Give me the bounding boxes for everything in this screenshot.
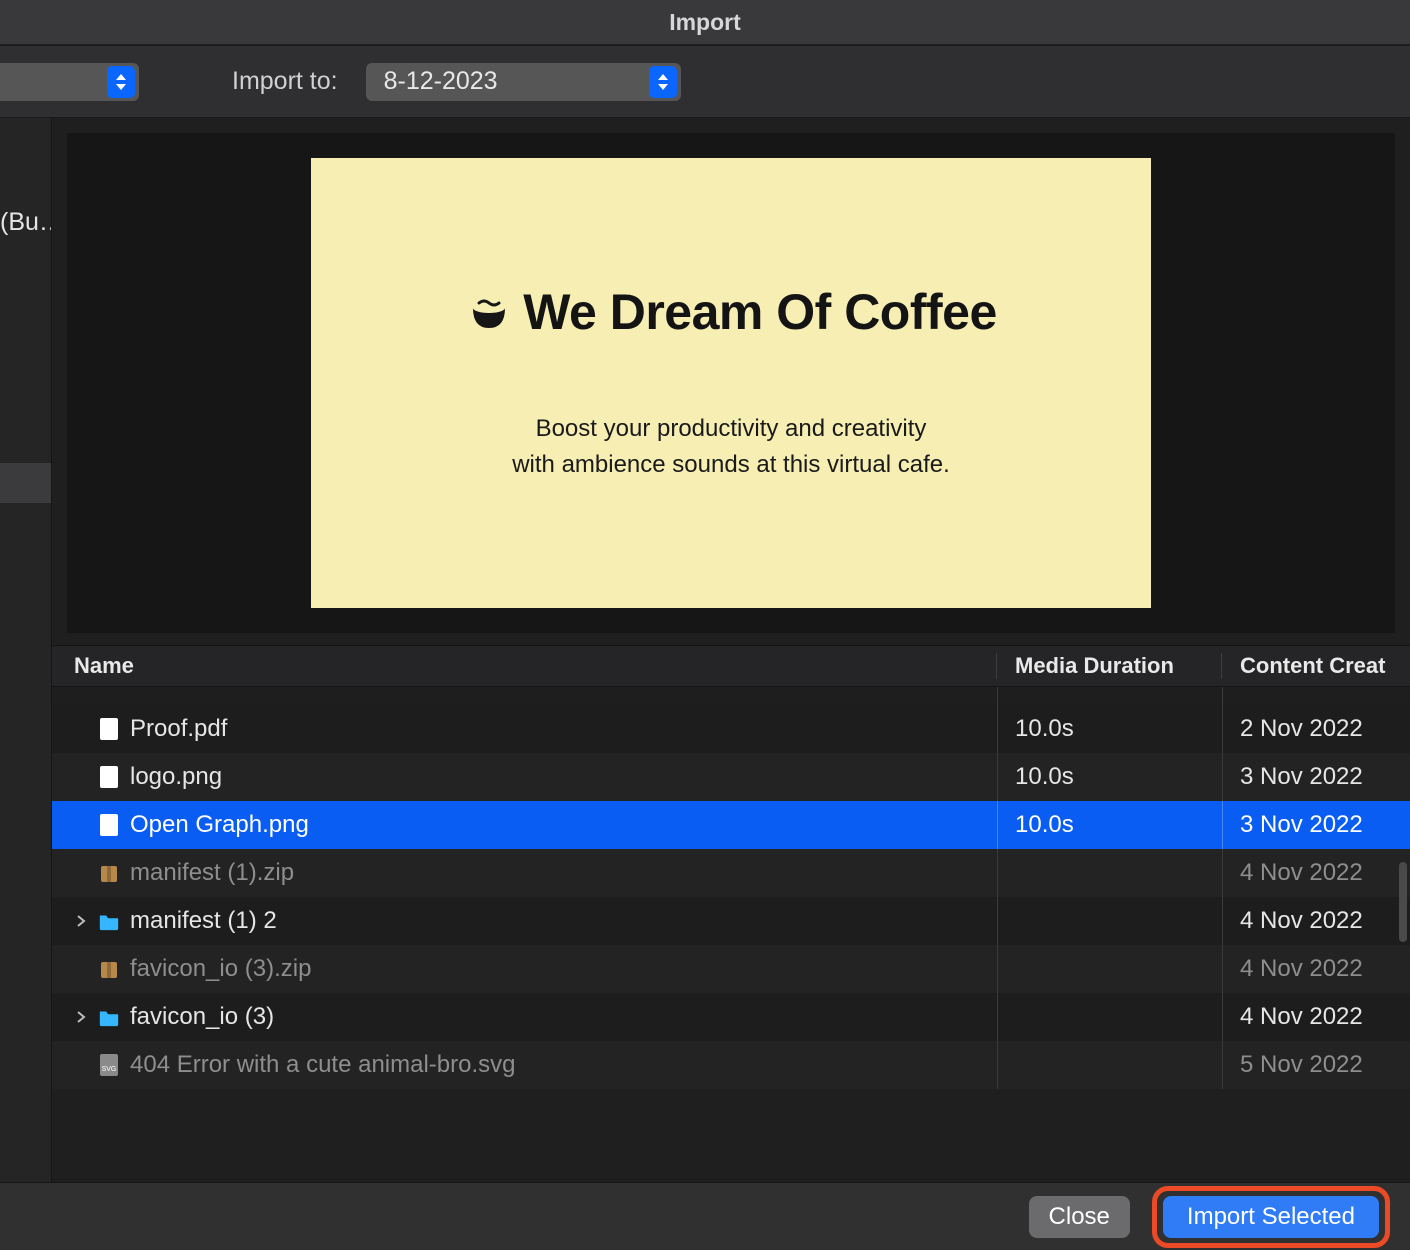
col-duration[interactable]: Media Duration — [997, 653, 1222, 679]
table-row[interactable]: logo.png 10.0s 3 Nov 2022 — [52, 753, 1410, 801]
doc-icon — [98, 716, 120, 742]
vertical-scrollbar[interactable] — [1396, 687, 1410, 1179]
file-duration: 10.0s — [1015, 715, 1074, 742]
file-duration: 10.0s — [1015, 763, 1074, 790]
table-row[interactable]: manifest (1).zip 4 Nov 2022 — [52, 849, 1410, 897]
import-to-value: 8-12-2023 — [384, 67, 639, 96]
file-duration: 10.0s — [1015, 811, 1074, 838]
sidebar-device-truncated[interactable]: (Bu… — [0, 208, 52, 237]
toolbar: Import to: 8-12-2023 — [0, 46, 1410, 118]
table-row[interactable]: manifest (1) 2 4 Nov 2022 — [52, 897, 1410, 945]
sidebar-selection-band — [0, 463, 51, 503]
table-header: Name Media Duration Content Creat — [52, 645, 1410, 687]
device-sidebar: (Bu… — [0, 118, 52, 1195]
file-name: favicon_io (3) — [130, 1003, 274, 1031]
scrollbar-thumb[interactable] — [1399, 862, 1407, 942]
file-created: 4 Nov 2022 — [1240, 1003, 1363, 1030]
main-panel: We Dream Of Coffee Boost your productivi… — [52, 118, 1410, 1195]
table-row[interactable]: favicon_io (3).zip 4 Nov 2022 — [52, 945, 1410, 993]
file-name: manifest (1) 2 — [130, 907, 277, 935]
zip-icon — [98, 956, 120, 982]
file-created: 4 Nov 2022 — [1240, 955, 1363, 982]
file-name: favicon_io (3).zip — [130, 955, 311, 983]
table-row[interactable]: SVG 404 Error with a cute animal-bro.svg 5… — [52, 1041, 1410, 1089]
file-table: Name Media Duration Content Creat Proof.… — [52, 645, 1410, 1195]
import-to-dropdown[interactable]: 8-12-2023 — [366, 63, 681, 101]
svg-text:SVG: SVG — [102, 1066, 117, 1073]
file-name: Proof.pdf — [130, 715, 227, 743]
file-created: 4 Nov 2022 — [1240, 907, 1363, 934]
file-created: 5 Nov 2022 — [1240, 1051, 1363, 1078]
close-button[interactable]: Close — [1029, 1196, 1130, 1238]
col-created[interactable]: Content Creat — [1222, 653, 1410, 679]
preview-subtitle: Boost your productivity and creativity w… — [512, 411, 950, 483]
file-created: 3 Nov 2022 — [1240, 763, 1363, 790]
svgk-icon: SVG — [98, 1052, 120, 1078]
table-row-partial — [52, 687, 1410, 705]
file-created: 3 Nov 2022 — [1240, 811, 1363, 838]
table-row[interactable]: Proof.pdf 10.0s 2 Nov 2022 — [52, 705, 1410, 753]
folder-icon — [98, 1004, 120, 1030]
chevron-right-icon[interactable] — [74, 1010, 88, 1024]
import-to-label: Import to: — [232, 67, 338, 96]
table-row[interactable]: favicon_io (3) 4 Nov 2022 — [52, 993, 1410, 1041]
updown-icon — [107, 66, 135, 98]
coffee-cup-icon — [465, 288, 513, 336]
file-name: manifest (1).zip — [130, 859, 294, 887]
title-bar: Import — [0, 0, 1410, 45]
file-name: 404 Error with a cute animal-bro.svg — [130, 1051, 516, 1079]
preview-sub-line1: Boost your productivity and creativity — [512, 411, 950, 447]
preview-thumbnail: We Dream Of Coffee Boost your productivi… — [311, 158, 1151, 608]
preview-title: We Dream Of Coffee — [523, 283, 997, 341]
preview-area: We Dream Of Coffee Boost your productivi… — [67, 133, 1395, 633]
file-created: 2 Nov 2022 — [1240, 715, 1363, 742]
table-body: Proof.pdf 10.0s 2 Nov 2022 logo.png 10.0s 3 N… — [52, 687, 1410, 1179]
chevron-right-icon[interactable] — [74, 914, 88, 928]
file-name: Open Graph.png — [130, 811, 309, 839]
file-name: logo.png — [130, 763, 222, 791]
tutorial-highlight: Import Selected — [1152, 1186, 1390, 1248]
preview-sub-line2: with ambience sounds at this virtual caf… — [512, 447, 950, 483]
window-title: Import — [669, 9, 741, 36]
col-name[interactable]: Name — [52, 653, 997, 679]
table-row[interactable]: Open Graph.png 10.0s 3 Nov 2022 — [52, 801, 1410, 849]
zip-icon — [98, 860, 120, 886]
device-dropdown[interactable] — [0, 63, 139, 101]
import-selected-button[interactable]: Import Selected — [1163, 1196, 1379, 1238]
file-created: 4 Nov 2022 — [1240, 859, 1363, 886]
updown-icon — [649, 66, 677, 98]
doc-icon — [98, 812, 120, 838]
footer-bar: Close Import Selected — [0, 1182, 1410, 1250]
folder-icon — [98, 908, 120, 934]
doc-icon — [98, 764, 120, 790]
